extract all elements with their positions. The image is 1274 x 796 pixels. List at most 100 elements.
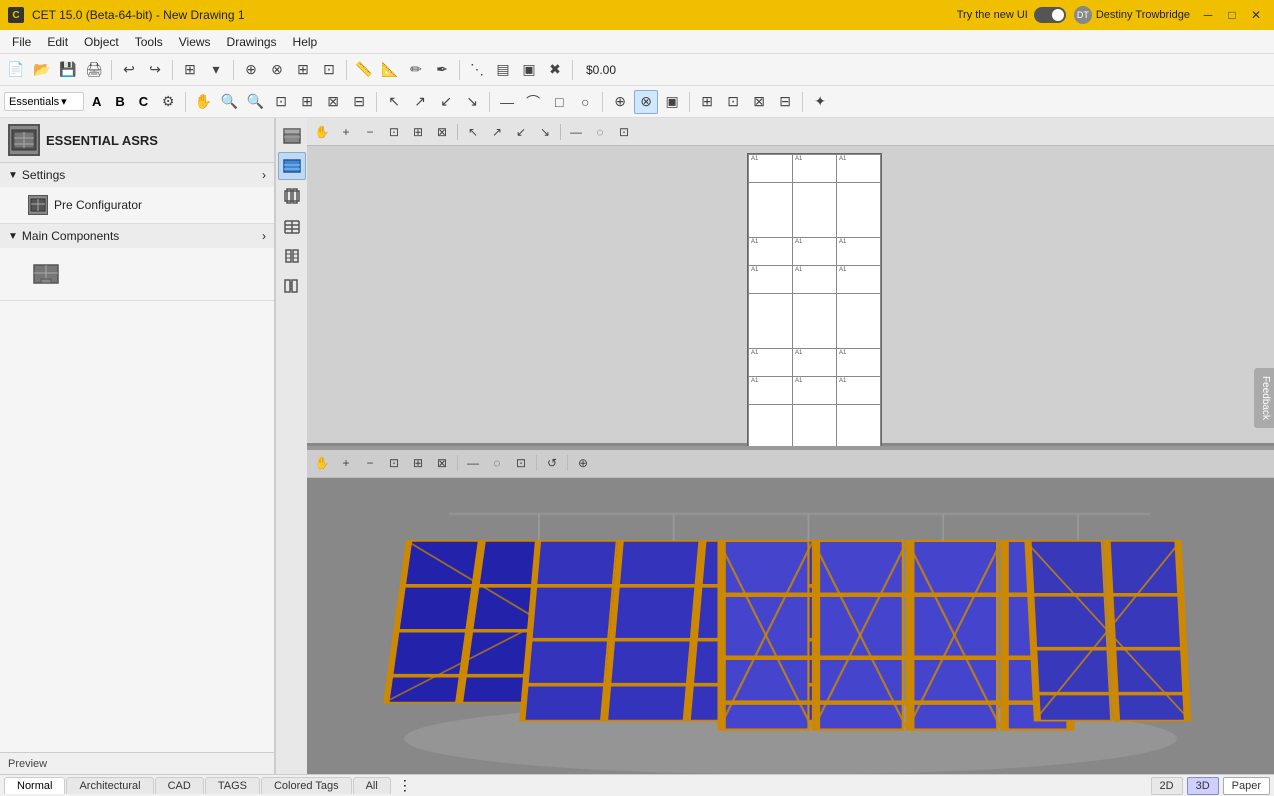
panel-btn-2[interactable] — [278, 152, 306, 180]
misc1-button[interactable]: ✦ — [808, 90, 832, 114]
close-button[interactable]: ✕ — [1246, 7, 1266, 23]
vp-tool3[interactable]: ⊡ — [613, 121, 635, 143]
menu-edit[interactable]: Edit — [39, 33, 76, 51]
tool1-button[interactable]: ⊕ — [608, 90, 632, 114]
menu-tools[interactable]: Tools — [127, 33, 171, 51]
component-item-1[interactable] — [8, 252, 266, 296]
tab-more-button[interactable]: ⋮ — [392, 775, 418, 796]
vp-zoom-all[interactable]: ⊡ — [383, 121, 405, 143]
snap2-button[interactable]: ⊗ — [265, 58, 289, 82]
draw4-button[interactable]: ○ — [573, 90, 597, 114]
menu-object[interactable]: Object — [76, 33, 127, 51]
tab-tags[interactable]: TAGS — [205, 777, 260, 794]
panel-btn-5[interactable] — [278, 242, 306, 270]
panel-btn-6[interactable] — [278, 272, 306, 300]
maximize-button[interactable]: □ — [1222, 7, 1242, 23]
layout-button[interactable]: ⊞ — [178, 58, 202, 82]
view-2d-button[interactable]: 2D — [1151, 777, 1183, 795]
3d-tool1[interactable]: — — [462, 452, 484, 474]
vp-sel4[interactable]: ↘ — [534, 121, 556, 143]
vp-sel3[interactable]: ↙ — [510, 121, 532, 143]
view3-button[interactable]: ⊠ — [747, 90, 771, 114]
tab-b[interactable]: B — [109, 94, 130, 109]
3d-zoom-sel[interactable]: ⊞ — [407, 452, 429, 474]
zoom5-button[interactable]: ⊟ — [347, 90, 371, 114]
3d-tool2[interactable]: ◌ — [486, 452, 508, 474]
measure4-button[interactable]: ✒ — [430, 58, 454, 82]
measure-button[interactable]: 📏 — [352, 58, 376, 82]
panel-btn-1[interactable] — [278, 122, 306, 150]
pre-configurator-item[interactable]: Pre Configurator — [8, 191, 266, 219]
undo-button[interactable]: ↩ — [117, 58, 141, 82]
print-button[interactable]: 🖨 — [82, 58, 106, 82]
vp-tool2[interactable]: ◌ — [589, 121, 611, 143]
layer4-button[interactable]: ✖ — [543, 58, 567, 82]
vp-zoom-out[interactable]: − — [359, 121, 381, 143]
measure3-button[interactable]: ✏ — [404, 58, 428, 82]
zoom-select-button[interactable]: ⊞ — [295, 90, 319, 114]
zoom-all-button[interactable]: ⊡ — [269, 90, 293, 114]
draw3-button[interactable]: □ — [547, 90, 571, 114]
vp-zoom-in[interactable]: + — [335, 121, 357, 143]
main-components-header[interactable]: ▼ Main Components › — [0, 224, 274, 248]
panel-btn-3[interactable] — [278, 182, 306, 210]
save-button[interactable]: 💾 — [56, 58, 80, 82]
layer-button[interactable]: ⋱ — [465, 58, 489, 82]
3d-view1[interactable]: ↺ — [541, 452, 563, 474]
zoom-out-button[interactable]: 🔍 — [243, 90, 267, 114]
tool3-button[interactable]: ▣ — [660, 90, 684, 114]
vp-sel2[interactable]: ↗ — [486, 121, 508, 143]
workspace-dropdown[interactable]: Essentials ▾ — [4, 92, 84, 111]
select3-button[interactable]: ↙ — [434, 90, 458, 114]
view4-button[interactable]: ⊟ — [773, 90, 797, 114]
redo-button[interactable]: ↪ — [143, 58, 167, 82]
panel-btn-4[interactable] — [278, 212, 306, 240]
select4-button[interactable]: ↘ — [460, 90, 484, 114]
3d-zoom-area[interactable]: ⊠ — [431, 452, 453, 474]
vp-sel1[interactable]: ↖ — [462, 121, 484, 143]
select2-button[interactable]: ↗ — [408, 90, 432, 114]
vp-pan[interactable]: ✋ — [311, 121, 333, 143]
pan-button[interactable]: ✋ — [191, 90, 215, 114]
tab-cad[interactable]: CAD — [155, 777, 204, 794]
layout-dropdown[interactable]: ▾ — [204, 58, 228, 82]
tab-colored-tags[interactable]: Colored Tags — [261, 777, 352, 794]
draw2-button[interactable]: ⌒ — [521, 90, 545, 114]
3d-tool3[interactable]: ⊡ — [510, 452, 532, 474]
menu-help[interactable]: Help — [285, 33, 326, 51]
3d-zoom-all[interactable]: ⊡ — [383, 452, 405, 474]
view-3d-button[interactable]: 3D — [1187, 777, 1219, 795]
tab-a[interactable]: A — [86, 94, 107, 109]
layer3-button[interactable]: ▣ — [517, 58, 541, 82]
3d-zoom-in[interactable]: + — [335, 452, 357, 474]
minimize-button[interactable]: ─ — [1198, 7, 1218, 23]
settings-icon-button[interactable]: ⚙ — [156, 90, 180, 114]
zoom-area-button[interactable]: ⊠ — [321, 90, 345, 114]
layer2-button[interactable]: ▤ — [491, 58, 515, 82]
view1-button[interactable]: ⊞ — [695, 90, 719, 114]
tab-all[interactable]: All — [353, 777, 391, 794]
3d-extra[interactable]: ⊕ — [572, 452, 594, 474]
menu-file[interactable]: File — [4, 33, 39, 51]
snap-button[interactable]: ⊕ — [239, 58, 263, 82]
new-button[interactable]: 📄 — [4, 58, 28, 82]
feedback-tab[interactable]: Feedback — [1254, 368, 1274, 428]
3d-pan[interactable]: ✋ — [311, 452, 333, 474]
3d-zoom-out[interactable]: − — [359, 452, 381, 474]
menu-views[interactable]: Views — [171, 33, 219, 51]
draw1-button[interactable]: — — [495, 90, 519, 114]
tab-c[interactable]: C — [133, 94, 154, 109]
tool2-button[interactable]: ⊗ — [634, 90, 658, 114]
view-paper-button[interactable]: Paper — [1223, 777, 1270, 795]
measure2-button[interactable]: 📐 — [378, 58, 402, 82]
tab-architectural[interactable]: Architectural — [66, 777, 153, 794]
select-button[interactable]: ↖ — [382, 90, 406, 114]
try-new-toggle[interactable] — [1034, 7, 1066, 23]
open-button[interactable]: 📂 — [30, 58, 54, 82]
snap4-button[interactable]: ⊡ — [317, 58, 341, 82]
vp-tool1[interactable]: — — [565, 121, 587, 143]
snap3-button[interactable]: ⊞ — [291, 58, 315, 82]
vp-zoom-area[interactable]: ⊠ — [431, 121, 453, 143]
view2-button[interactable]: ⊡ — [721, 90, 745, 114]
vp-zoom-sel[interactable]: ⊞ — [407, 121, 429, 143]
